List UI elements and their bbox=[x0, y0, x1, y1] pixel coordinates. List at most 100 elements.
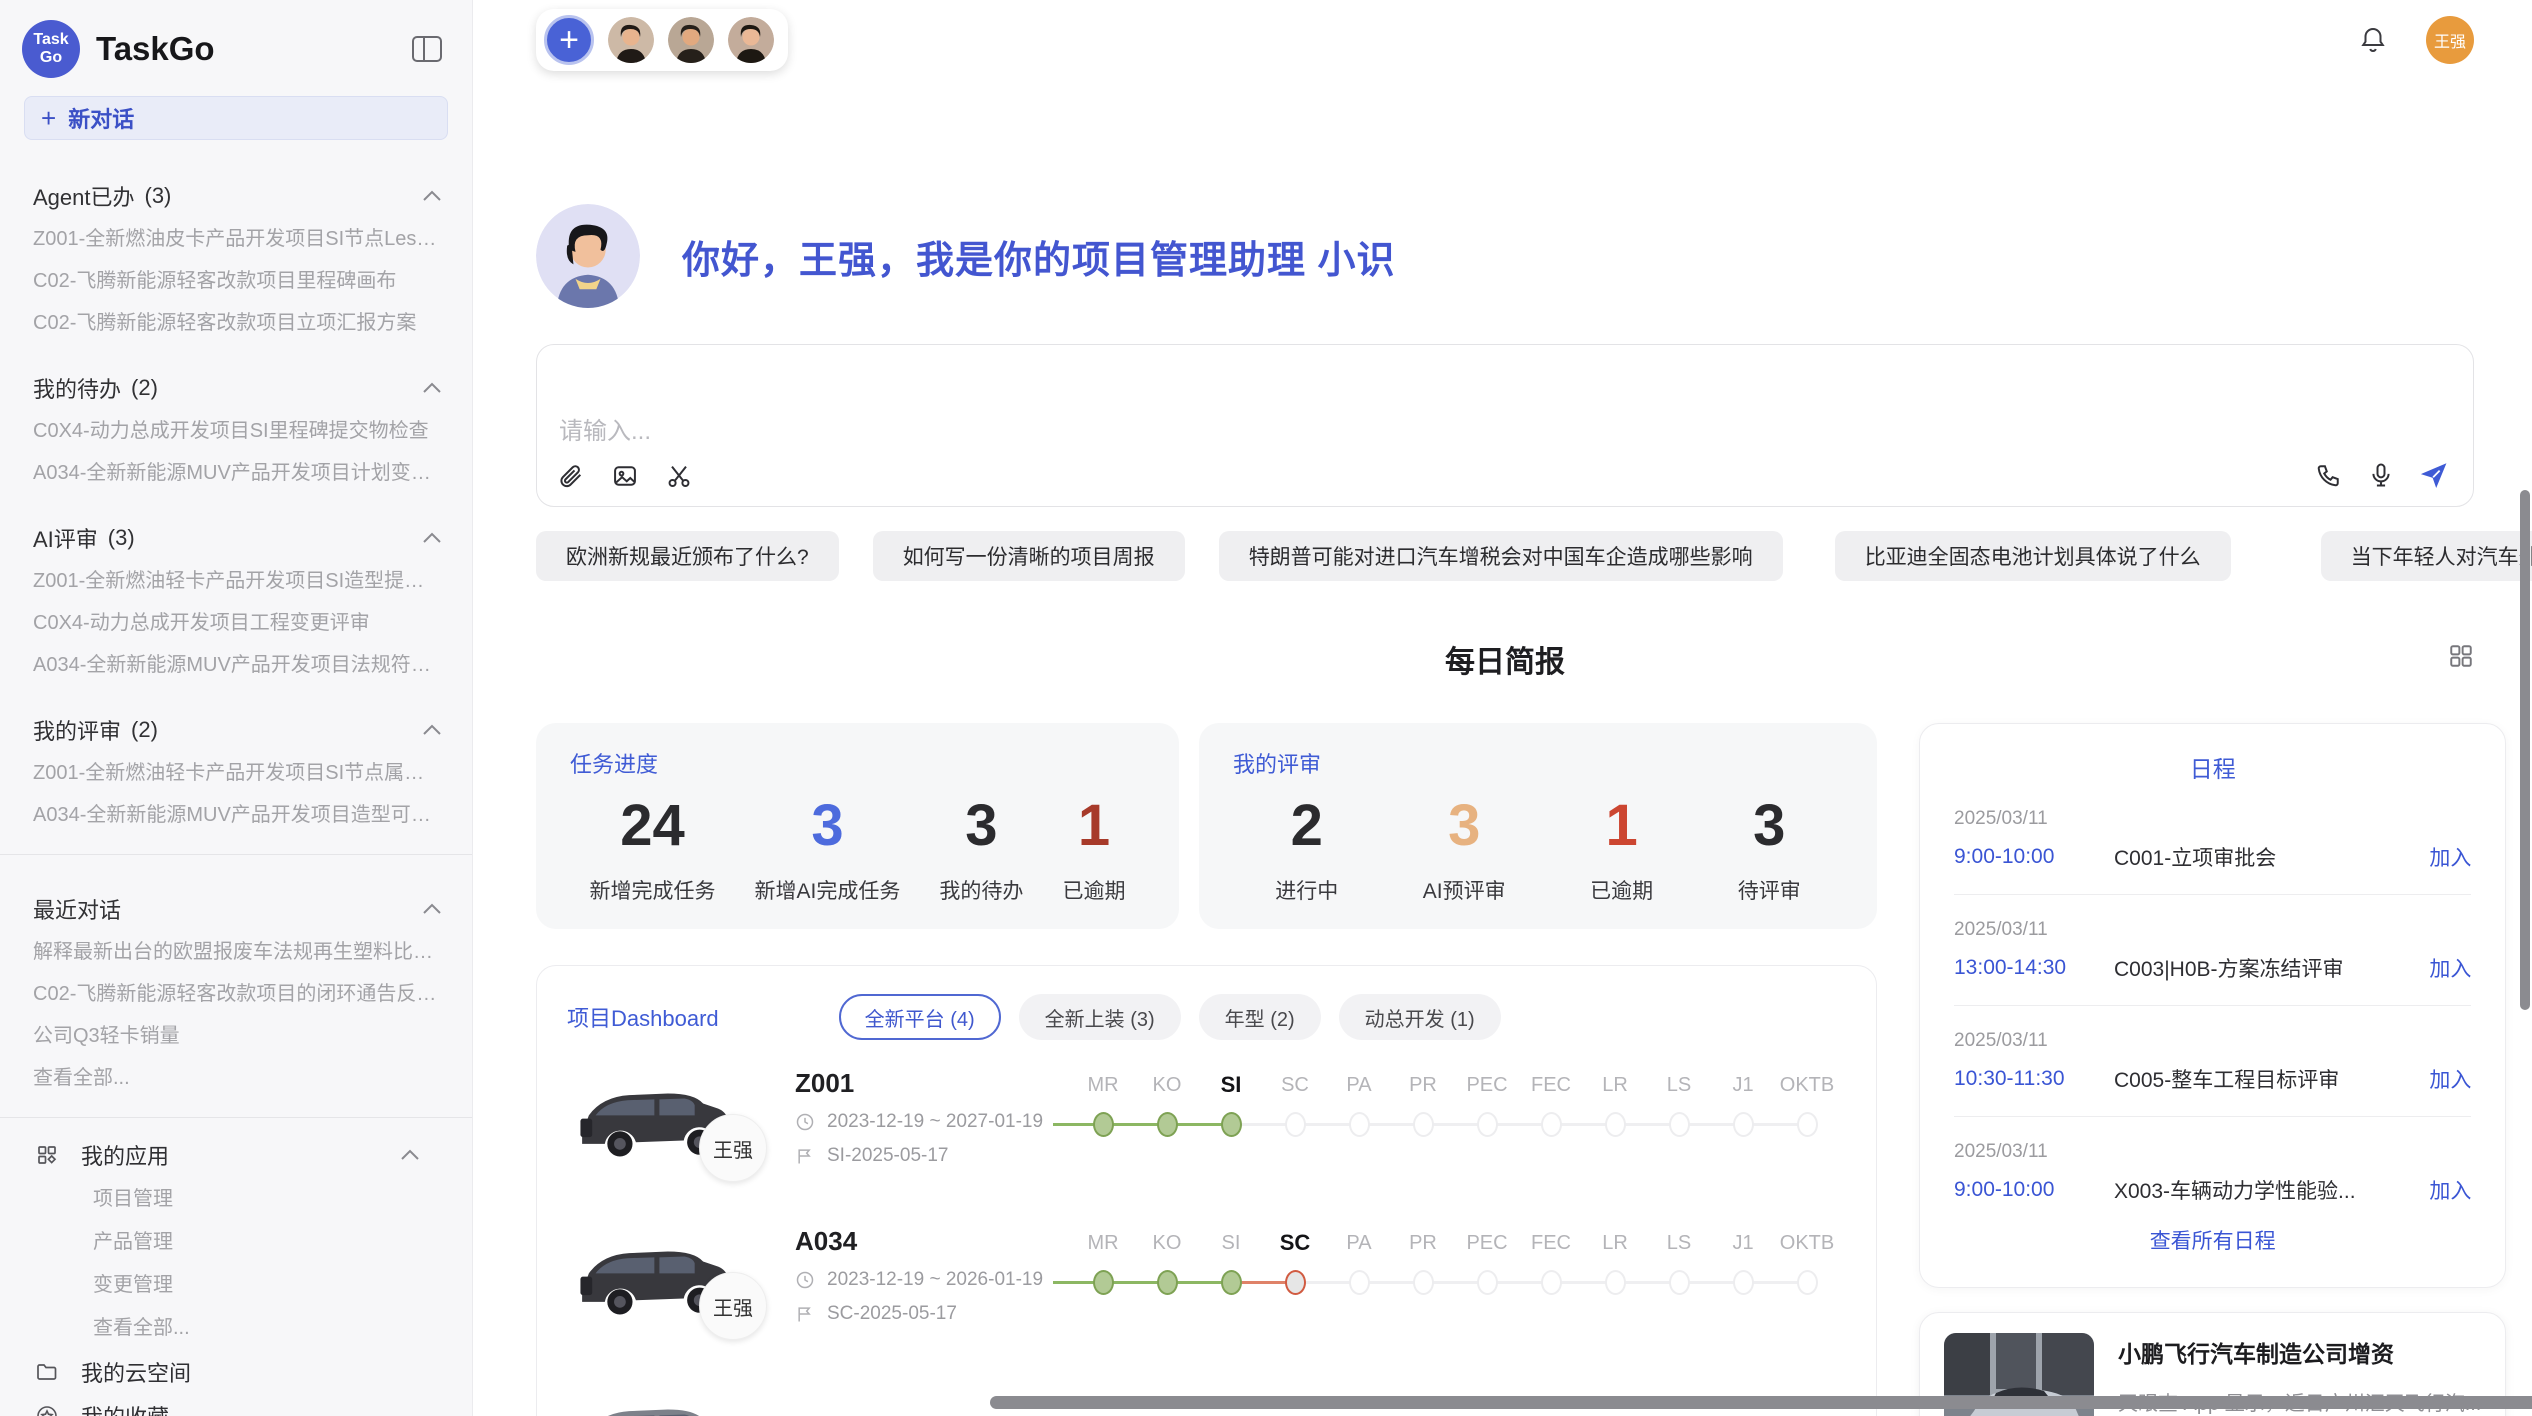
section-3-header[interactable]: 我的评审 (2) bbox=[33, 714, 442, 746]
section-0-header[interactable]: Agent已办(3) bbox=[33, 180, 442, 212]
chat-input[interactable]: 请输入... bbox=[536, 344, 2474, 507]
join-button[interactable]: 加入 bbox=[2429, 953, 2471, 983]
flag-icon bbox=[795, 1146, 815, 1166]
stat-label: 我的待办 bbox=[939, 875, 1023, 905]
milestone-label: J1 bbox=[1711, 1228, 1775, 1258]
sidebar-task-item[interactable]: Z001-全新燃油轻卡产品开发项目SI节点属性5D文件评审 bbox=[33, 752, 442, 794]
project-dates: 2023-12-19 ~ 2026-01-19 bbox=[795, 1269, 1063, 1291]
voice-call-icon[interactable] bbox=[2315, 461, 2343, 489]
member-avatar-3[interactable] bbox=[728, 17, 774, 63]
sidebar-link-folder[interactable]: 我的云空间 bbox=[0, 1350, 472, 1394]
sidebar-task-item[interactable]: Z001-全新燃油轻卡产品开发项目SI造型提交物评审 bbox=[33, 560, 442, 602]
milestone-dot bbox=[1413, 1112, 1434, 1137]
stat-label: 进行中 bbox=[1275, 875, 1338, 905]
member-avatar-1[interactable] bbox=[608, 17, 654, 63]
milestone-KO: KO bbox=[1135, 1070, 1199, 1142]
suggestion-chip[interactable]: 欧洲新规最近颁布了什么? bbox=[536, 531, 839, 581]
schedule-entry: 2025/03/119:00-10:00X003-车辆动力学性能验...加入 bbox=[1954, 1117, 2471, 1205]
milestone-SI: SI bbox=[1199, 1228, 1263, 1300]
layout-grid-icon[interactable] bbox=[2448, 643, 2474, 669]
view-all-schedule-link[interactable]: 查看所有日程 bbox=[1954, 1225, 2471, 1255]
stat-label: 已逾期 bbox=[1062, 875, 1125, 905]
milestone-OKTB: OKTB bbox=[1775, 1070, 1839, 1142]
stat-card-title: 我的评审 bbox=[1233, 747, 1843, 779]
sidebar-collapse-icon[interactable] bbox=[412, 36, 442, 62]
milestone-dot bbox=[1349, 1270, 1370, 1295]
image-upload-icon[interactable] bbox=[611, 462, 639, 490]
horizontal-scrollbar[interactable] bbox=[990, 1396, 2532, 1409]
project-rows: 王强Z0012023-12-19 ~ 2027-01-19SI-2025-05-… bbox=[567, 1066, 1846, 1416]
section-1-title: 我的待办 bbox=[33, 372, 121, 404]
stat-value: 3 bbox=[1423, 787, 1506, 865]
sidebar-task-item[interactable]: A034-全新新能源MUV产品开发项目造型可行性评审 bbox=[33, 794, 442, 836]
sidebar-link-star[interactable]: 我的收藏 bbox=[0, 1394, 472, 1416]
attachment-icon[interactable] bbox=[557, 462, 585, 490]
new-chat-button[interactable]: + 新对话 bbox=[24, 96, 448, 140]
milestone-dot bbox=[1605, 1112, 1626, 1137]
project-row[interactable]: 王强A0342023-12-19 ~ 2026-01-19SC-2025-05-… bbox=[567, 1224, 1846, 1356]
app-link[interactable]: 变更管理 bbox=[0, 1264, 472, 1307]
app-link[interactable]: 产品管理 bbox=[0, 1221, 472, 1264]
schedule-date: 2025/03/11 bbox=[1954, 1030, 2471, 1052]
project-name: Z001 bbox=[795, 1068, 1063, 1099]
dashboard-tab[interactable]: 全新上装 (3) bbox=[1019, 994, 1181, 1040]
project-row[interactable]: 王强Z0012023-12-19 ~ 2027-01-19SI-2025-05-… bbox=[567, 1066, 1846, 1198]
sidebar-task-item[interactable]: A034-全新新能源MUV产品开发项目法规符合性评审 bbox=[33, 644, 442, 686]
sidebar-recent-section: 最近对话解释最新出台的欧盟报废车法规再生塑料比例被调至15%...C02-飞腾新… bbox=[0, 869, 472, 1103]
schedule-entries: 2025/03/119:00-10:00C001-立项审批会加入2025/03/… bbox=[1954, 784, 2471, 1205]
recent-chat-item[interactable]: 公司Q3轻卡销量 bbox=[33, 1015, 442, 1057]
project-name: A034 bbox=[795, 1226, 1063, 1257]
dashboard-tab[interactable]: 动总开发 (1) bbox=[1339, 994, 1501, 1040]
suggestion-chip[interactable]: 当下年轻人对汽车外观有怎样的喜好趋势 bbox=[2321, 531, 2532, 581]
stat-value: 24 bbox=[590, 787, 716, 865]
add-agent-button[interactable]: + bbox=[544, 15, 594, 65]
user-avatar[interactable]: 王强 bbox=[2426, 16, 2474, 64]
milestone-label: OKTB bbox=[1775, 1070, 1839, 1100]
scissors-icon[interactable] bbox=[665, 462, 693, 490]
join-button[interactable]: 加入 bbox=[2429, 842, 2471, 872]
recent-chat-item[interactable]: C02-飞腾新能源轻客改款项目的闭环通告反馈情况 bbox=[33, 973, 442, 1015]
suggestion-chip[interactable]: 比亚迪全固态电池计划具体说了什么 bbox=[1835, 531, 2231, 581]
milestone-label: SI bbox=[1199, 1228, 1263, 1258]
sidebar-task-item[interactable]: Z001-全新燃油皮卡产品开发项目SI节点Lesson Learn报告 bbox=[33, 218, 442, 260]
suggestion-chip[interactable]: 特朗普可能对进口汽车增税会对中国车企造成哪些影响 bbox=[1219, 531, 1783, 581]
join-button[interactable]: 加入 bbox=[2429, 1064, 2471, 1094]
sidebar-task-item[interactable]: C02-飞腾新能源轻客改款项目立项汇报方案 bbox=[33, 302, 442, 344]
send-icon[interactable] bbox=[2419, 460, 2449, 490]
clock-icon bbox=[795, 1270, 815, 1290]
dashboard-tab[interactable]: 年型 (2) bbox=[1199, 994, 1321, 1040]
milestone-label: PA bbox=[1327, 1070, 1391, 1100]
stat-value: 1 bbox=[1062, 787, 1125, 865]
recent-view-all-link[interactable]: 查看全部... bbox=[33, 1057, 442, 1099]
sidebar-task-item[interactable]: C0X4-动力总成开发项目SI里程碑提交物检查 bbox=[33, 410, 442, 452]
my-apps-header[interactable]: 我的应用 bbox=[0, 1132, 472, 1178]
stat-item: 2进行中 bbox=[1275, 787, 1338, 905]
section-2-count: (3) bbox=[108, 525, 135, 551]
milestone-J1: J1 bbox=[1711, 1228, 1775, 1300]
recent-chat-item[interactable]: 解释最新出台的欧盟报废车法规再生塑料比例被调至15%... bbox=[33, 931, 442, 973]
sidebar-task-item[interactable]: C02-飞腾新能源轻客改款项目里程碑画布 bbox=[33, 260, 442, 302]
milestone-label: LR bbox=[1583, 1228, 1647, 1258]
recent-header[interactable]: 最近对话 bbox=[33, 893, 442, 925]
microphone-icon[interactable] bbox=[2367, 461, 2395, 489]
apps-view-all-link[interactable]: 查看全部... bbox=[0, 1307, 472, 1350]
milestone-label: FEC bbox=[1519, 1070, 1583, 1100]
sidebar-task-item[interactable]: A034-全新新能源MUV产品开发项目计划变更表编写 bbox=[33, 452, 442, 494]
section-1-header[interactable]: 我的待办(2) bbox=[33, 372, 442, 404]
section-3-title: 我的评审 bbox=[33, 714, 121, 746]
stat-item: 1 已逾期 bbox=[1062, 787, 1125, 905]
milestone-track: MRKOSISCPAPRPECFECLRLSJ1OKTB bbox=[1071, 1070, 1839, 1142]
sidebar-task-item[interactable]: C0X4-动力总成开发项目工程变更评审 bbox=[33, 602, 442, 644]
milestone-MR: MR bbox=[1071, 1228, 1135, 1300]
section-2-header[interactable]: AI评审(3) bbox=[33, 522, 442, 554]
app-link[interactable]: 项目管理 bbox=[0, 1178, 472, 1221]
suggestion-chip[interactable]: 如何写一份清晰的项目周报 bbox=[873, 531, 1185, 581]
schedule-event-title: X003-车辆动力学性能验... bbox=[2114, 1175, 2413, 1205]
notification-bell-icon[interactable] bbox=[2358, 25, 2388, 55]
dashboard-tab[interactable]: 全新平台 (4) bbox=[839, 994, 1001, 1040]
schedule-title: 日程 bbox=[1954, 750, 2471, 784]
member-avatar-2[interactable] bbox=[668, 17, 714, 63]
section-3-count: (2) bbox=[131, 717, 158, 743]
join-button[interactable]: 加入 bbox=[2429, 1175, 2471, 1205]
vertical-scrollbar[interactable] bbox=[2520, 490, 2530, 1010]
